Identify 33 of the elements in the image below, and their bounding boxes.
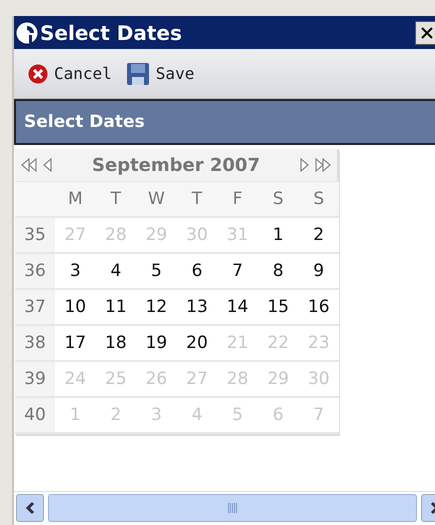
week-number: 38 [15,326,55,362]
week-number: 37 [15,290,55,326]
close-icon [421,26,433,38]
next-month-button[interactable] [300,158,309,172]
double-left-arrow-icon [21,158,37,172]
month-title: September 2007 [91,154,261,176]
left-chevron-icon [25,500,35,514]
panel-title: Select Dates [24,112,145,132]
right-arrow-icon [300,158,309,172]
weekday-header: F [217,182,258,218]
previous-month-button[interactable] [43,158,52,172]
weekday-header: T [176,182,218,218]
left-arrow-icon [43,158,52,172]
week-number: 39 [15,362,55,398]
cancel-button[interactable]: Cancel [28,64,112,84]
week-number: 35 [15,218,55,254]
weekday-header: S [298,182,339,218]
window-title: Select Dates [40,20,183,44]
close-button[interactable] [415,20,435,44]
week-number: 36 [15,254,55,290]
previous-year-button[interactable] [21,158,37,172]
double-right-arrow-icon [315,158,331,172]
weekday-header: T [96,182,136,218]
weekday-header: M [55,182,96,218]
cancel-icon [28,64,48,84]
save-button[interactable]: Save [126,62,194,86]
weekday-header: W [136,182,177,218]
next-year-button[interactable] [315,158,331,172]
grip-icon [228,502,238,512]
scroll-thumb[interactable] [48,494,417,522]
scroll-left-button[interactable] [16,494,44,522]
week-number: 40 [15,398,55,434]
weekday-header: S [258,182,298,218]
